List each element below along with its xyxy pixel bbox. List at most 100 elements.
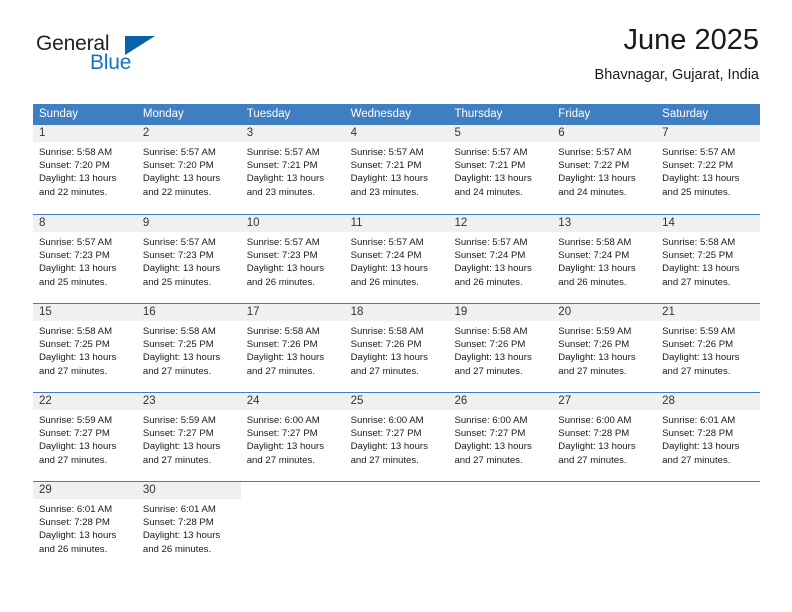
- calendar-day-cell[interactable]: 11 Sunrise: 5:57 AM Sunset: 7:24 PM Dayligh…: [344, 215, 449, 303]
- day-detail-line: Sunset: 7:21 PM: [350, 160, 422, 172]
- day-detail-line: Sunset: 7:27 PM: [350, 428, 422, 440]
- day-detail-line: and 27 minutes.: [39, 454, 108, 466]
- day-detail-line: Sunset: 7:25 PM: [39, 339, 110, 351]
- calendar-empty-cell: [241, 482, 345, 570]
- calendar-day-cell[interactable]: 5 Sunrise: 5:57 AM Sunset: 7:21 PM Daylight…: [448, 125, 553, 214]
- day-detail-line: Sunset: 7:21 PM: [246, 160, 318, 172]
- calendar-day-cell[interactable]: 8 Sunrise: 5:57 AM Sunset: 7:23 PM Daylight…: [33, 215, 137, 303]
- day-number-band: 29: [33, 482, 137, 499]
- day-details: Sunrise: 5:58 AM Sunset: 7:24 PM Daylight:…: [552, 232, 656, 289]
- calendar-day-cell[interactable]: 13 Sunrise: 5:58 AM Sunset: 7:24 PM Dayligh…: [552, 215, 657, 303]
- calendar-day-cell[interactable]: 10 Sunrise: 5:57 AM Sunset: 7:23 PM Dayligh…: [240, 215, 345, 303]
- day-number: 13: [558, 217, 572, 229]
- calendar-day-cell[interactable]: 19 Sunrise: 5:58 AM Sunset: 7:26 PM Dayligh…: [448, 304, 553, 392]
- day-number: 16: [142, 306, 156, 318]
- calendar-day-cell[interactable]: 29 Sunrise: 6:01 AM Sunset: 7:28 PM Dayligh…: [33, 482, 137, 570]
- location-subtitle: Bhavnagar, Gujarat, India: [594, 67, 759, 83]
- calendar-day-cell[interactable]: 28 Sunrise: 6:01 AM Sunset: 7:28 PM Dayligh…: [656, 393, 761, 481]
- day-details: Sunrise: 6:01 AM Sunset: 7:28 PM Daylight:…: [137, 499, 241, 556]
- calendar-day-cell[interactable]: 25 Sunrise: 6:00 AM Sunset: 7:27 PM Dayligh…: [344, 393, 449, 481]
- day-detail-line: Daylight: 13 hours: [246, 173, 325, 185]
- calendar-day-cell[interactable]: 23 Sunrise: 5:59 AM Sunset: 7:27 PM Dayligh…: [136, 393, 241, 481]
- day-detail-line: Sunset: 7:27 PM: [142, 428, 214, 440]
- day-details: Sunrise: 5:57 AM Sunset: 7:22 PM Daylight:…: [656, 142, 760, 199]
- day-details: Sunrise: 6:01 AM Sunset: 7:28 PM Daylight:…: [656, 410, 760, 467]
- day-number: 20: [558, 306, 572, 318]
- day-detail-line: Daylight: 13 hours: [350, 263, 428, 275]
- day-detail-line: Sunset: 7:27 PM: [246, 428, 318, 440]
- calendar-day-cell[interactable]: 24 Sunrise: 6:00 AM Sunset: 7:27 PM Dayligh…: [240, 393, 345, 481]
- day-detail-line: Daylight: 13 hours: [39, 352, 117, 364]
- calendar-day-cell[interactable]: 1 Sunrise: 5:58 AM Sunset: 7:20 PM Daylight…: [33, 125, 137, 214]
- day-number-band: 22: [33, 393, 137, 410]
- day-detail-line: Sunset: 7:26 PM: [454, 339, 526, 351]
- day-detail-line: Daylight: 13 hours: [558, 441, 636, 453]
- day-detail-line: Sunset: 7:24 PM: [350, 250, 422, 262]
- calendar-day-cell[interactable]: 9 Sunrise: 5:57 AM Sunset: 7:23 PM Daylight…: [136, 215, 241, 303]
- day-details: Sunrise: 5:58 AM Sunset: 7:26 PM Daylight:…: [241, 321, 345, 378]
- day-number-band: 20: [552, 304, 657, 321]
- calendar-day-cell[interactable]: 12 Sunrise: 5:57 AM Sunset: 7:24 PM Dayligh…: [448, 215, 553, 303]
- calendar-day-cell[interactable]: 30 Sunrise: 6:01 AM Sunset: 7:28 PM Dayligh…: [136, 482, 241, 570]
- day-detail-line: Sunset: 7:27 PM: [454, 428, 526, 440]
- day-number: 28: [662, 395, 675, 407]
- day-details: [552, 499, 656, 503]
- day-number-band: [656, 482, 760, 499]
- day-detail-line: Daylight: 13 hours: [142, 530, 221, 542]
- day-detail-line: Daylight: 13 hours: [350, 173, 428, 185]
- calendar-day-cell[interactable]: 3 Sunrise: 5:57 AM Sunset: 7:21 PM Daylight…: [240, 125, 345, 214]
- calendar-empty-cell: [448, 482, 552, 570]
- day-detail-line: Daylight: 13 hours: [350, 352, 428, 364]
- day-number: 25: [350, 395, 364, 407]
- calendar-week-row: 1 Sunrise: 5:58 AM Sunset: 7:20 PM Daylight…: [33, 125, 761, 214]
- calendar-day-cell[interactable]: 20 Sunrise: 5:59 AM Sunset: 7:26 PM Dayligh…: [552, 304, 657, 392]
- calendar-day-cell[interactable]: 17 Sunrise: 5:58 AM Sunset: 7:26 PM Dayligh…: [240, 304, 345, 392]
- calendar-day-cell[interactable]: 27 Sunrise: 6:00 AM Sunset: 7:28 PM Dayligh…: [552, 393, 657, 481]
- day-number: 3: [246, 127, 254, 139]
- calendar-day-cell[interactable]: 26 Sunrise: 6:00 AM Sunset: 7:27 PM Dayligh…: [448, 393, 553, 481]
- day-detail-line: Daylight: 13 hours: [142, 263, 221, 275]
- day-number: 9: [142, 217, 150, 229]
- day-detail-line: Sunrise: 5:59 AM: [39, 415, 113, 426]
- calendar-empty-cell: [656, 482, 760, 570]
- day-detail-line: Daylight: 13 hours: [558, 352, 636, 364]
- calendar-day-cell[interactable]: 21 Sunrise: 5:59 AM Sunset: 7:26 PM Dayligh…: [656, 304, 761, 392]
- day-detail-line: and 26 minutes.: [558, 276, 627, 288]
- calendar-day-cell[interactable]: 18 Sunrise: 5:58 AM Sunset: 7:26 PM Dayligh…: [344, 304, 449, 392]
- generalblue-logo[interactable]: General Blue: [36, 32, 196, 84]
- day-detail-line: Daylight: 13 hours: [454, 441, 532, 453]
- calendar-day-cell[interactable]: 15 Sunrise: 5:58 AM Sunset: 7:25 PM Dayligh…: [33, 304, 137, 392]
- day-detail-line: Sunset: 7:20 PM: [142, 160, 214, 172]
- calendar-day-cell[interactable]: 22 Sunrise: 5:59 AM Sunset: 7:27 PM Dayligh…: [33, 393, 137, 481]
- day-number: 30: [142, 484, 156, 496]
- day-details: [241, 499, 345, 503]
- day-details: [448, 499, 552, 503]
- calendar-day-cell[interactable]: 14 Sunrise: 5:58 AM Sunset: 7:25 PM Dayligh…: [656, 215, 761, 303]
- day-detail-line: Sunrise: 5:57 AM: [454, 147, 528, 158]
- calendar-day-cell[interactable]: 2 Sunrise: 5:57 AM Sunset: 7:20 PM Daylight…: [136, 125, 241, 214]
- day-detail-line: Sunrise: 6:00 AM: [246, 415, 320, 426]
- day-detail-line: Sunrise: 5:58 AM: [662, 237, 736, 248]
- calendar-day-cell[interactable]: 16 Sunrise: 5:58 AM Sunset: 7:25 PM Dayligh…: [136, 304, 241, 392]
- day-details: [345, 499, 449, 503]
- calendar-day-cell[interactable]: 6 Sunrise: 5:57 AM Sunset: 7:22 PM Daylight…: [552, 125, 657, 214]
- day-detail-line: and 27 minutes.: [350, 454, 419, 466]
- day-number: 14: [662, 217, 675, 229]
- day-number: 22: [39, 395, 52, 407]
- day-detail-line: Sunrise: 5:57 AM: [142, 147, 216, 158]
- day-details: Sunrise: 5:57 AM Sunset: 7:21 PM Daylight:…: [345, 142, 449, 199]
- day-details: Sunrise: 5:59 AM Sunset: 7:27 PM Daylight:…: [137, 410, 241, 467]
- day-detail-line: Sunrise: 5:57 AM: [39, 237, 113, 248]
- page-header: General Blue June 2025 Bhavnagar, Gujara…: [33, 22, 759, 94]
- day-detail-line: Sunrise: 5:58 AM: [246, 326, 320, 337]
- day-number-band: 19: [448, 304, 553, 321]
- day-details: Sunrise: 5:59 AM Sunset: 7:26 PM Daylight:…: [656, 321, 760, 378]
- calendar-day-cell[interactable]: 7 Sunrise: 5:57 AM Sunset: 7:22 PM Daylight…: [656, 125, 761, 214]
- day-detail-line: Sunrise: 5:59 AM: [142, 415, 216, 426]
- day-detail-line: Sunrise: 5:57 AM: [350, 237, 424, 248]
- day-detail-line: Sunrise: 5:57 AM: [142, 237, 216, 248]
- day-details: Sunrise: 5:58 AM Sunset: 7:26 PM Daylight:…: [448, 321, 552, 378]
- calendar-day-cell[interactable]: 4 Sunrise: 5:57 AM Sunset: 7:21 PM Daylight…: [344, 125, 449, 214]
- day-detail-line: Daylight: 13 hours: [454, 173, 532, 185]
- day-detail-line: Sunset: 7:22 PM: [558, 160, 630, 172]
